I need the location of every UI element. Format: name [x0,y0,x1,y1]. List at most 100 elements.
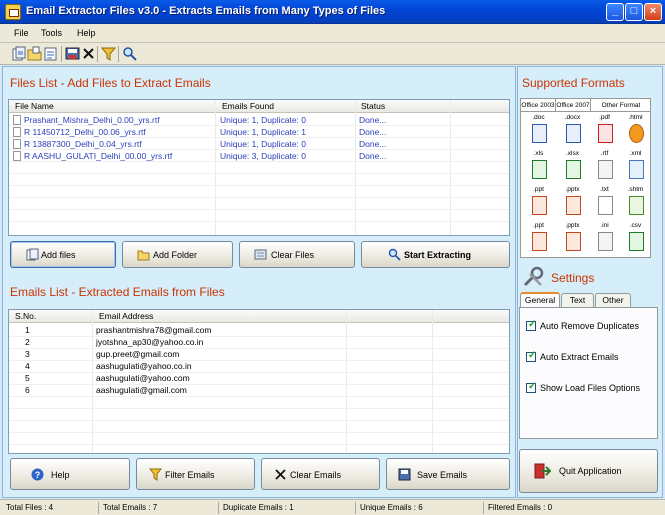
email-address: gup.preet@gmail.com [96,349,180,359]
tab-text[interactable]: Text [561,293,594,307]
powerpoint-icon [532,196,547,215]
files-section-title: Files List - Add Files to Extract Emails [10,76,211,90]
format-xls: .xls [522,149,555,185]
clear-files-button[interactable]: Clear Files [239,241,355,268]
clear-emails-button[interactable]: Clear Emails [261,458,380,490]
col-file-name[interactable]: File Name [15,101,54,111]
email-sno: 6 [25,385,30,395]
export-icon[interactable] [43,46,58,61]
format-txt: .txt [588,185,621,221]
add-files-icon[interactable] [11,46,26,61]
auto-extract-emails-checkbox[interactable] [526,350,536,362]
format-pptx: .pptx [556,185,589,221]
window-title: Email Extractor Files v3.0 - Extracts Em… [26,5,386,17]
email-address: aashugulati@yahoo.com [96,373,190,383]
word-icon [566,124,581,143]
app-icon [5,4,21,20]
save-icon [398,468,411,481]
powerpoint-icon [566,232,581,251]
status-unique-emails: Unique Emails : 6 [360,503,423,512]
files-grid-header: File Name Emails Found Status [9,100,509,113]
file-icon [13,139,21,149]
emails-grid-header: S.No. Email Address [9,310,509,323]
status-total-files: Total Files : 4 [6,503,54,512]
add-files-button[interactable]: Add files [10,241,116,268]
menu-tools[interactable]: Tools [41,28,62,38]
status-bar: Total Files : 4 Total Emails : 7 Duplica… [0,499,665,515]
email-address: prashantmishra78@gmail.com [96,325,212,335]
close-button[interactable]: × [644,3,662,21]
maximize-button[interactable]: □ [625,3,643,21]
powerpoint-icon [532,232,547,251]
format-xml: .xml [619,149,652,185]
shtm-icon [629,196,644,215]
format-header-other: Other Format [591,99,651,112]
tab-general[interactable]: General [520,292,560,307]
add-folder-button[interactable]: Add Folder [122,241,233,268]
browser-icon [629,124,644,143]
clear-icon[interactable] [81,46,96,61]
excel-icon [532,160,547,179]
file-found: Unique: 1, Duplicate: 0 [220,139,306,149]
status-total-emails: Total Emails : 7 [103,503,158,512]
add-folder-icon[interactable] [27,46,42,61]
filter-emails-button[interactable]: Filter Emails [136,458,255,490]
show-load-files-options-checkbox[interactable] [526,381,536,393]
help-button[interactable]: ? Help [10,458,130,490]
pdf-icon [598,124,613,143]
save-emails-button[interactable]: Save Emails [386,458,510,490]
help-icon: ? [31,468,44,481]
exit-icon [534,463,551,479]
email-sno: 2 [25,337,30,347]
start-extracting-button[interactable]: Start Extracting [361,241,510,268]
search-icon [388,248,401,261]
settings-title: Settings [551,271,595,285]
formats-title: Supported Formats [522,76,625,90]
col-emails-found[interactable]: Emails Found [222,101,274,111]
format-rtf: .rtf [588,149,621,185]
start-extracting-label: Start Extracting [404,250,472,260]
files-grid[interactable]: File Name Emails Found Status Prashant_M… [8,99,510,236]
svg-text:?: ? [35,470,41,480]
add-files-label: Add files [41,250,76,260]
format-doc: .doc [522,113,555,149]
tab-other[interactable]: Other [595,293,631,307]
rtf-icon [598,160,613,179]
format-shtm: .shtm [619,185,652,221]
format-header-2007: Office 2007 [556,99,591,112]
text-icon [598,196,613,215]
file-status: Done... [359,115,387,125]
clear-files-label: Clear Files [271,250,315,260]
quit-application-button[interactable]: Quit Application [519,449,658,493]
file-icon [13,151,21,161]
menu-help[interactable]: Help [77,28,96,38]
emails-grid[interactable]: S.No. Email Address 1 prashantmishra78@g… [8,309,510,454]
toolbar [0,43,665,65]
file-name: R 13887300_Delhi_0.04_yrs.rtf [24,139,142,149]
file-name: Prashant_Mishra_Delhi_0.00_yrs.rtf [24,115,160,125]
minimize-button[interactable]: _ [606,3,624,21]
file-status: Done... [359,127,387,137]
show-load-files-options-label: Show Load Files Options [540,383,641,393]
email-address: aashugulati@gmail.com [96,385,187,395]
add-folder-label: Add Folder [153,250,198,260]
col-sno[interactable]: S.No. [15,311,36,321]
settings-icon [523,266,544,287]
ini-icon [598,232,613,251]
clear-emails-label: Clear Emails [290,470,342,480]
auto-remove-duplicates-checkbox[interactable] [526,319,536,331]
email-sno: 3 [25,349,30,359]
word-icon [532,124,547,143]
filter-icon[interactable] [101,46,116,61]
file-name: R AASHU_GULATI_Delhi_00.00_yrs.rtf [24,151,173,161]
csv-icon [629,232,644,251]
format-pdf: .pdf [588,113,621,149]
format-pptx-2: .pptx [556,221,589,257]
format-header-2003: Office 2003 [521,99,556,112]
col-email-address[interactable]: Email Address [99,311,153,321]
add-folder-icon [137,250,150,261]
save-icon[interactable] [65,46,80,61]
search-icon[interactable] [122,46,137,61]
menu-file[interactable]: File [14,28,29,38]
col-status[interactable]: Status [361,101,385,111]
